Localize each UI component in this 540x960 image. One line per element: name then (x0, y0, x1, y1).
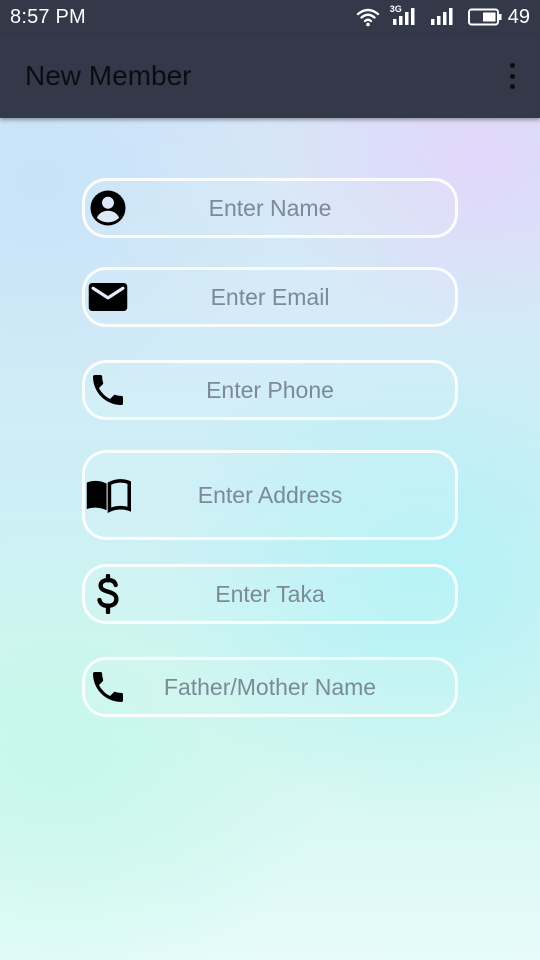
more-vert-icon[interactable] (504, 62, 520, 90)
battery-level: 49 (507, 6, 530, 28)
network-type-label: 3G (389, 4, 402, 14)
email-input[interactable] (131, 270, 455, 324)
taka-input[interactable] (131, 567, 455, 621)
menu-dot (509, 84, 515, 89)
dollar-icon (85, 571, 131, 617)
parent-name-field[interactable] (82, 657, 458, 717)
address-field[interactable] (82, 450, 458, 540)
name-field[interactable] (82, 178, 458, 238)
phone-field[interactable] (82, 360, 458, 420)
email-icon (85, 274, 131, 320)
name-input[interactable] (131, 181, 455, 235)
account-circle-icon (85, 185, 131, 231)
status-time: 8:57 PM (10, 6, 86, 28)
wifi-icon (356, 7, 380, 27)
phone-icon (85, 367, 131, 413)
page-title: New Member (25, 60, 192, 91)
cellular-signal-icon (430, 6, 458, 28)
book-icon (85, 472, 131, 518)
app-bar: New Member (0, 34, 540, 118)
email-field[interactable] (82, 267, 458, 327)
phone-icon (85, 664, 131, 710)
menu-dot (509, 63, 515, 68)
cellular-3g-signal-icon: 3G (389, 4, 420, 28)
status-icons: 3G 49 (356, 4, 530, 29)
parent-name-input[interactable] (131, 660, 455, 714)
battery-icon (467, 8, 502, 26)
address-input[interactable] (131, 453, 455, 537)
phone-input[interactable] (131, 363, 455, 417)
status-bar: 8:57 PM 3G 49 (0, 0, 540, 34)
taka-field[interactable] (82, 564, 458, 624)
menu-dot (509, 73, 515, 79)
